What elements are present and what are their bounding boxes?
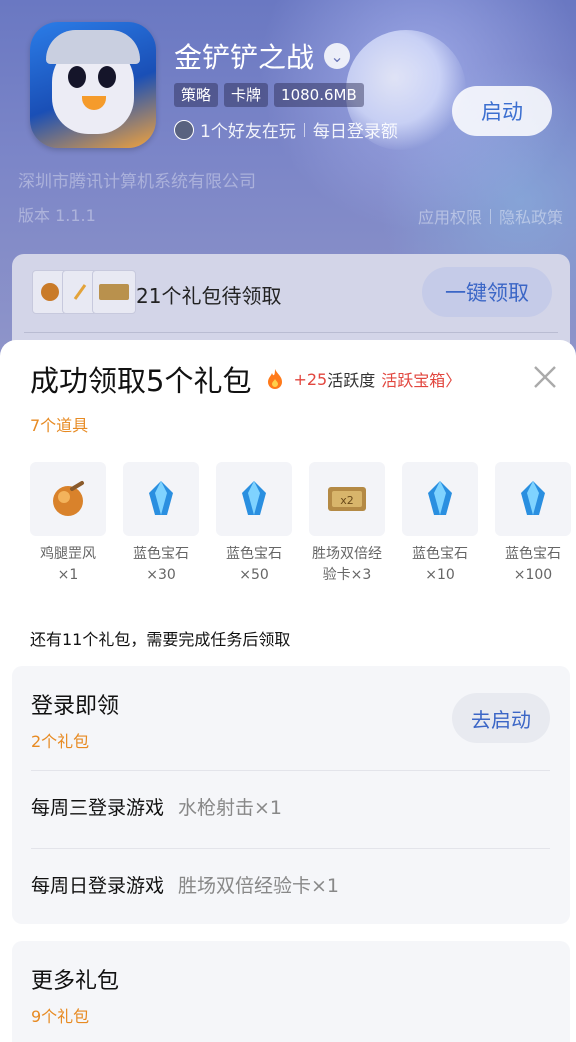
double-xp-card-icon: [92, 270, 136, 314]
blue-gem-icon: [216, 462, 292, 536]
tag-genre: 卡牌: [224, 83, 269, 107]
svg-text:x2: x2: [340, 494, 354, 507]
card-title: 更多礼包: [31, 969, 120, 994]
app-title: 金铲铲之战: [174, 41, 315, 74]
version-text: 版本 1.1.1: [18, 206, 96, 225]
reward-item: 蓝色宝石 ×50: [216, 462, 292, 586]
permissions-link[interactable]: 应用权限: [418, 204, 482, 228]
card-title: 登录即领: [31, 694, 120, 719]
item-name: 蓝色宝石: [133, 546, 189, 562]
item-name: 蓝色宝石: [505, 546, 561, 562]
collect-all-button[interactable]: 一键领取: [422, 267, 552, 317]
chevron-right-icon: 〉: [445, 371, 462, 390]
blue-gem-icon: [402, 462, 478, 536]
pending-gifts-text: 21个礼包待领取: [136, 284, 282, 308]
item-quantity: ×50: [239, 567, 269, 583]
activity-plus: +25: [293, 369, 328, 389]
reward-item: 蓝色宝石 ×100: [495, 462, 571, 586]
item-name: 鸡腿罡风: [40, 546, 96, 562]
divider: [31, 848, 550, 849]
divider: [303, 122, 305, 137]
tag-category: 策略: [174, 83, 219, 107]
card-gift-count: 9个礼包: [31, 1007, 90, 1026]
login-gift-card: 登录即领 2个礼包 去启动 每周三登录游戏 水枪射击×1 每周日登录游戏 胜场双…: [12, 666, 570, 924]
friends-row: 1个好友在玩 每日登录额: [174, 117, 419, 142]
reward-item: 鸡腿罡风 ×1: [30, 462, 106, 586]
tag-size: 1080.6MB: [274, 83, 364, 107]
task-reward: 胜场双倍经验卡×1: [178, 875, 340, 897]
divider: [489, 208, 491, 224]
divider: [31, 770, 550, 771]
avatar: [174, 119, 194, 140]
privacy-link[interactable]: 隐私政策: [499, 204, 563, 228]
drumstick-orb-icon: [30, 462, 106, 536]
blue-gem-icon: [495, 462, 571, 536]
app-tags: 策略 卡牌 1080.6MB: [174, 83, 364, 107]
chest-link-label: 活跃宝箱: [381, 371, 446, 390]
divider: [24, 332, 558, 333]
reward-item: 蓝色宝石 ×30: [123, 462, 199, 586]
item-quantity: ×30: [146, 567, 176, 583]
activity-chest-link[interactable]: 活跃宝箱〉: [381, 367, 461, 391]
task-name: 每周三登录游戏: [31, 797, 165, 819]
remaining-gifts-text: 还有11个礼包，需要完成任务后领取: [30, 630, 291, 649]
sheet-title: 成功领取5个礼包: [30, 364, 252, 398]
item-name: 蓝色宝石: [412, 546, 468, 562]
task-row: 每周三登录游戏 水枪射击×1: [31, 793, 282, 820]
task-reward: 水枪射击×1: [178, 797, 283, 819]
reward-item: x2 胜场双倍经验卡×3: [309, 462, 385, 586]
reward-items: 鸡腿罡风 ×1 蓝色宝石 ×30 蓝色宝石 ×50 x2 胜场双倍经验卡×3 蓝…: [30, 462, 571, 586]
item-quantity: ×100: [513, 567, 553, 583]
item-name: 蓝色宝石: [226, 546, 282, 562]
item-name: 胜场双倍经验卡×3: [307, 544, 387, 586]
activity-label: 活跃度: [327, 371, 376, 390]
developer-name: 深圳市腾讯计算机系统有限公司: [18, 172, 256, 192]
blue-gem-icon: [123, 462, 199, 536]
sheet-header: 成功领取5个礼包 +25 活跃度 活跃宝箱〉: [30, 358, 461, 400]
go-launch-button[interactable]: 去启动: [452, 693, 550, 743]
claim-result-sheet: 成功领取5个礼包 +25 活跃度 活跃宝箱〉 7个道具 鸡腿罡风 ×1 蓝色宝石…: [0, 340, 576, 1042]
double-xp-card-icon: x2: [309, 462, 385, 536]
launch-button[interactable]: 启动: [452, 86, 552, 136]
item-name-text: 胜场双倍经验卡: [312, 546, 382, 583]
gift-thumbnails: [32, 270, 136, 314]
fire-icon: [268, 369, 283, 389]
card-gift-count: 2个礼包: [31, 732, 90, 751]
item-quantity: ×10: [425, 567, 455, 583]
close-icon[interactable]: [532, 364, 558, 390]
app-icon: [30, 22, 156, 148]
task-name: 每周日登录游戏: [31, 875, 165, 897]
app-title-row: 金铲铲之战 ⌄: [174, 36, 351, 76]
items-count: 7个道具: [30, 416, 89, 435]
item-quantity: ×3: [350, 567, 372, 583]
friends-playing: 1个好友在玩: [200, 122, 296, 142]
chevron-down-icon[interactable]: ⌄: [324, 43, 351, 69]
daily-login-text: 每日登录额: [312, 122, 398, 142]
more-gifts-card[interactable]: 更多礼包 9个礼包: [12, 941, 570, 1042]
item-quantity: ×1: [57, 567, 79, 583]
reward-item: 蓝色宝石 ×10: [402, 462, 478, 586]
task-row: 每周日登录游戏 胜场双倍经验卡×1: [31, 871, 339, 898]
policy-links: 应用权限 隐私政策: [418, 204, 563, 228]
